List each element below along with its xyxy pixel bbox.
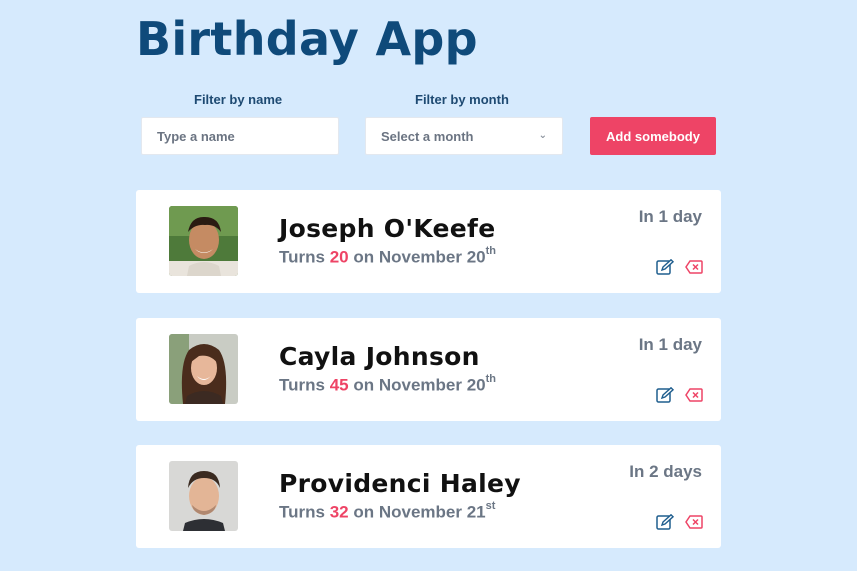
- person-name: Joseph O'Keefe: [279, 214, 496, 243]
- edit-icon[interactable]: [656, 514, 674, 530]
- edit-icon[interactable]: [656, 259, 674, 275]
- date-suffix: th: [485, 373, 497, 385]
- month-select[interactable]: Select a month ⌄: [365, 117, 563, 155]
- birthday-card: Joseph O'Keefe Turns 20 on November 20th…: [136, 190, 721, 293]
- backspace-delete-icon[interactable]: [685, 514, 703, 530]
- page-title: Birthday App: [136, 12, 478, 66]
- days-until: In 1 day: [638, 335, 702, 354]
- filter-name-label: Filter by name: [194, 92, 283, 107]
- add-somebody-button[interactable]: Add somebody: [590, 117, 716, 155]
- turns-label: Turns: [279, 375, 325, 395]
- date-suffix: st: [485, 500, 496, 512]
- name-filter-input[interactable]: [157, 128, 323, 144]
- person-name: Cayla Johnson: [279, 342, 480, 371]
- birthday-details: Turns 20 on November 20th: [279, 245, 497, 268]
- avatar: [169, 461, 238, 531]
- filter-month-label: Filter by month: [415, 92, 509, 107]
- chevron-down-icon: ⌄: [538, 130, 547, 141]
- backspace-delete-icon[interactable]: [685, 387, 703, 403]
- name-filter-field[interactable]: [141, 117, 339, 155]
- person-name: Providenci Haley: [279, 469, 521, 498]
- age-value: 45: [329, 375, 349, 395]
- birthday-date: on November 20: [353, 375, 486, 395]
- month-select-value: Select a month: [381, 128, 474, 144]
- birthday-card: Cayla Johnson Turns 45 on November 20th …: [136, 318, 721, 421]
- turns-label: Turns: [279, 247, 325, 267]
- age-value: 32: [329, 502, 349, 522]
- avatar: [169, 334, 238, 404]
- backspace-delete-icon[interactable]: [685, 259, 703, 275]
- edit-icon[interactable]: [656, 387, 674, 403]
- age-value: 20: [329, 247, 349, 267]
- birthday-details: Turns 45 on November 20th: [279, 373, 497, 396]
- days-until: In 2 days: [629, 462, 702, 481]
- turns-label: Turns: [279, 502, 325, 522]
- birthday-card: Providenci Haley Turns 32 on November 21…: [136, 445, 721, 548]
- avatar: [169, 206, 238, 276]
- days-until: In 1 day: [638, 207, 702, 226]
- birthday-date: on November 20: [353, 247, 486, 267]
- birthday-date: on November 21: [353, 502, 486, 522]
- date-suffix: th: [485, 245, 497, 257]
- birthday-details: Turns 32 on November 21st: [279, 500, 496, 523]
